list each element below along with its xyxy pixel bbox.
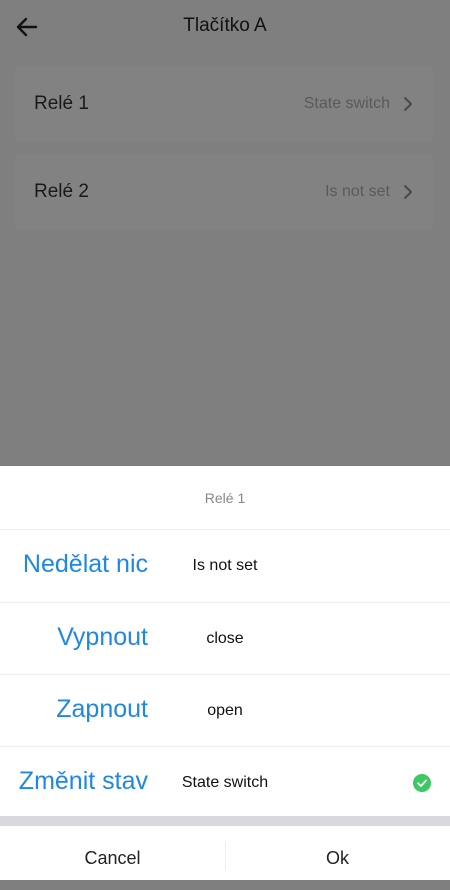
option-is-not-set[interactable]: Nedělat nic Is not set xyxy=(0,530,450,602)
selected-check-icon xyxy=(413,774,431,792)
relay-2-row[interactable]: Relé 2 Is not set xyxy=(14,154,434,230)
page-title: Tlačítko A xyxy=(183,15,267,36)
option-state-switch[interactable]: Změnit stav State switch xyxy=(0,747,450,819)
selection-sheet: Relé 1 Nedělat nic Is not set Vypnout cl… xyxy=(0,466,450,880)
top-bar: Tlačítko A xyxy=(0,0,450,54)
option-close[interactable]: Vypnout close xyxy=(0,603,450,675)
relay-1-row[interactable]: Relé 1 State switch xyxy=(14,66,434,142)
chevron-right-icon xyxy=(404,97,412,111)
ok-button[interactable]: Ok xyxy=(225,826,450,880)
relay-2-label: Relé 2 xyxy=(34,181,89,202)
chevron-right-icon xyxy=(404,185,412,199)
option-label: Is not set xyxy=(192,557,258,574)
sheet-title: Relé 1 xyxy=(204,490,246,506)
cancel-button[interactable]: Cancel xyxy=(0,826,225,880)
relay-1-value: State switch xyxy=(303,95,390,112)
relay-1-label: Relé 1 xyxy=(34,93,89,114)
footer-divider xyxy=(0,816,450,826)
option-label: open xyxy=(207,702,243,719)
option-open[interactable]: Zapnout open xyxy=(0,675,450,747)
relay-2-value: Is not set xyxy=(325,183,390,200)
option-label: close xyxy=(206,630,244,647)
option-label: State switch xyxy=(181,774,269,791)
